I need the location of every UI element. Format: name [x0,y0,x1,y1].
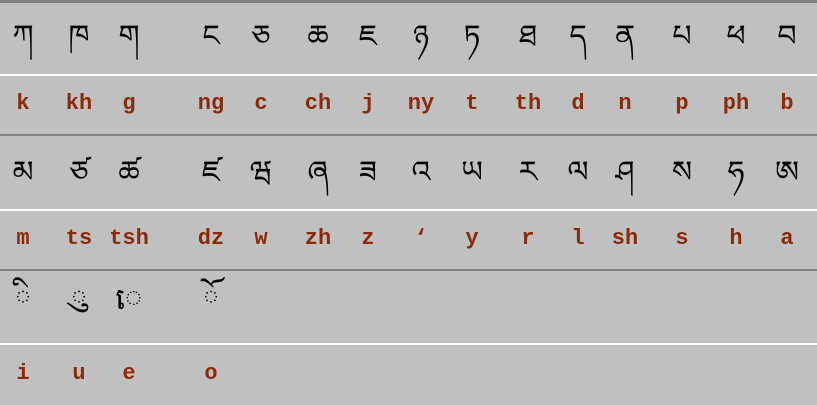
romanization-label: a [780,226,794,251]
romanization-label: j [361,91,375,116]
romanization-label: k [16,91,30,116]
tibetan-row: མཙཚ ཛཝཞཟའཡརལཤ སཧཨ [0,136,817,205]
romanization-label: c [254,91,268,116]
tibetan-letter: ཨ [774,155,800,190]
tibetan-letter: ས [671,155,693,190]
romanization-label: m [16,226,30,251]
tibetan-letter: ཅ [251,19,271,54]
tibetan-letter: ཛ [201,155,221,190]
romanization-label: s [675,226,689,251]
romanization-label: g [122,91,136,116]
tibetan-letter: འ [411,155,431,190]
romanization-row: iueo [0,346,817,405]
romanization-label: p [675,91,689,116]
tibetan-letter: ང [202,19,220,54]
tibetan-letter: ག [118,19,140,54]
romanization-label: sh [611,226,639,251]
tibetan-letter: ན [614,19,635,54]
tibetan-letter: ཕ [726,19,746,54]
tibetan-letter: ཤ [615,155,635,190]
romanization-label: i [16,361,30,386]
tibetan-letter: ཉ [412,19,430,54]
tibetan-letter: ◌ོ [202,282,220,317]
tibetan-letter: ཀ [12,19,34,54]
tibetan-letter: ཏ [463,19,481,54]
tibetan-letter: ཧ [727,155,745,190]
romanization-label: t [465,91,479,116]
tibetan-letter: ཟ [359,155,377,190]
row-divider [0,343,817,345]
tibetan-alphabet-chart: ཀ ཁ ག ང ཅ ཆ ཇ ཉ ཏ ཐ ད ན པ ཕ བ k kh g ng c ch j ny t th d n p ph b མ ཙ ཚ ཛ… [0,0,817,405]
romanization-label: z [361,226,375,251]
romanization-label: o [204,361,218,386]
romanization-label: y [465,226,479,251]
tibetan-letter: ◌េ [115,282,143,317]
tibetan-letter: ཙ [69,155,89,190]
romanization-row: k kh g ng c ch j ny t th d n p ph b [0,76,817,135]
tibetan-letter: ར [518,155,538,190]
tibetan-letter: ཝ [249,155,273,190]
tibetan-letter: ཆ [307,19,329,54]
romanization-label: w [254,226,268,251]
romanization-row: m ts tsh dz w zh z ‘y r l sh s h a [0,211,817,270]
tibetan-letter: ཐ [518,19,538,54]
tibetan-letter: པ [672,19,692,54]
tibetan-letter: ཞ [307,155,329,190]
tibetan-row: ཀཁག ངཅ ཆཇཉཏ ཐདན པཕབ [0,0,817,69]
tibetan-row: ◌ི ◌ུ ◌េ ◌ོ [0,271,817,340]
tibetan-letter: ཚ [118,155,140,190]
tibetan-letter: ད [569,19,587,54]
tibetan-letter: ཇ [358,19,378,54]
tibetan-letter: ◌ུ [70,282,88,317]
tibetan-letter: མ [12,155,34,190]
tibetan-letter: ཁ [68,19,90,54]
romanization-label: n [618,91,632,116]
tibetan-letter: བ [777,19,797,54]
romanization-label: e [122,361,136,386]
tibetan-letter: ཡ [461,155,483,190]
tibetan-letter: ◌ི [14,282,32,317]
romanization-label: tsh [109,226,149,251]
romanization-label: b [780,91,794,116]
tibetan-letter: ལ [567,155,589,190]
